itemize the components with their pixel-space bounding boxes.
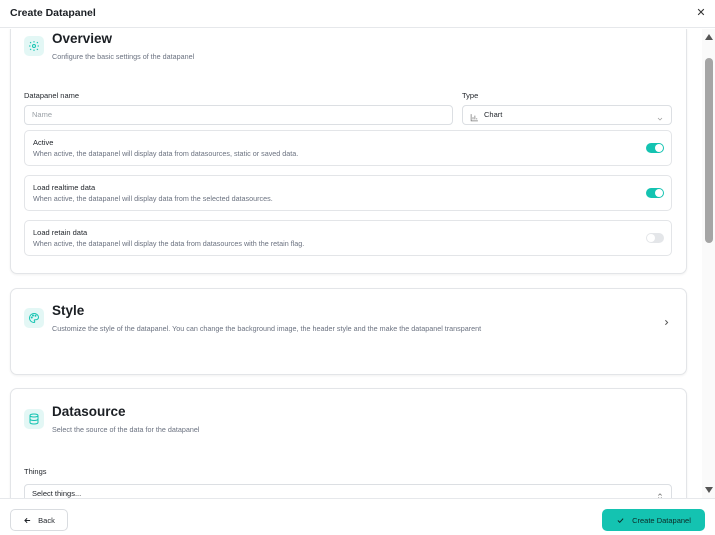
active-option-title: Active [33,138,54,147]
scrollbar-thumb[interactable] [705,58,713,243]
realtime-option-title: Load realtime data [33,183,96,192]
realtime-option: Load realtime data When active, the data… [24,175,672,211]
active-toggle[interactable] [646,143,664,153]
scrollbar[interactable] [702,29,715,498]
create-datapanel-label: Create Datapanel [632,515,691,525]
datapanel-name-label: Datapanel name [24,91,80,100]
close-icon[interactable]: ✕ [695,7,707,19]
realtime-option-description: When active, the datapanel will display … [33,194,273,203]
active-option: Active When active, the datapanel will d… [24,130,672,166]
type-label: Type [462,91,479,100]
overview-section: Overview Configure the basic settings of… [10,29,687,274]
things-select[interactable]: Select things... [24,484,672,498]
realtime-toggle[interactable] [646,188,664,198]
style-subtitle: Customize the style of the datapanel. Yo… [52,324,482,333]
scroll-up-arrow-icon[interactable] [705,34,713,40]
dialog-content[interactable]: Overview Configure the basic settings of… [0,29,702,498]
chevron-right-icon[interactable] [662,314,671,332]
datasource-section: Datasource Select the source of the data… [10,388,687,498]
dialog-footer: Back Create Datapanel [0,498,715,535]
scroll-down-arrow-icon[interactable] [705,487,713,493]
back-button-label: Back [38,515,55,525]
create-datapanel-button[interactable]: Create Datapanel [602,509,705,531]
datasource-title: Datasource [52,404,126,419]
type-select[interactable]: Chart [462,105,672,125]
style-title: Style [52,303,85,318]
retain-option-description: When active, the datapanel will display … [33,239,305,248]
dialog-header: Create Datapanel ✕ [0,0,715,28]
datasource-subtitle: Select the source of the data for the da… [52,425,200,434]
dialog-title: Create Datapanel [10,7,96,19]
type-select-value: Chart [484,110,503,119]
retain-option-title: Load retain data [33,228,88,237]
retain-option: Load retain data When active, the datapa… [24,220,672,256]
things-select-value: Select things... [32,489,82,498]
overview-title: Overview [52,31,113,46]
chevrons-up-down-icon [656,490,664,498]
gear-icon [24,36,44,56]
overview-subtitle: Configure the basic settings of the data… [52,52,195,61]
bar-chart-icon [470,111,479,129]
datapanel-name-input[interactable]: Name [24,105,453,125]
style-section[interactable]: Style Customize the style of the datapan… [10,288,687,375]
palette-icon [24,308,44,328]
active-option-description: When active, the datapanel will display … [33,149,299,158]
check-icon [616,516,625,525]
create-datapanel-dialog: Create Datapanel ✕ Overview Configure th… [0,0,715,535]
back-button[interactable]: Back [10,509,68,531]
database-icon [24,409,44,429]
things-label: Things [24,467,47,476]
arrow-left-icon [23,516,32,525]
chevron-down-icon [656,112,664,130]
retain-toggle[interactable] [646,233,664,243]
